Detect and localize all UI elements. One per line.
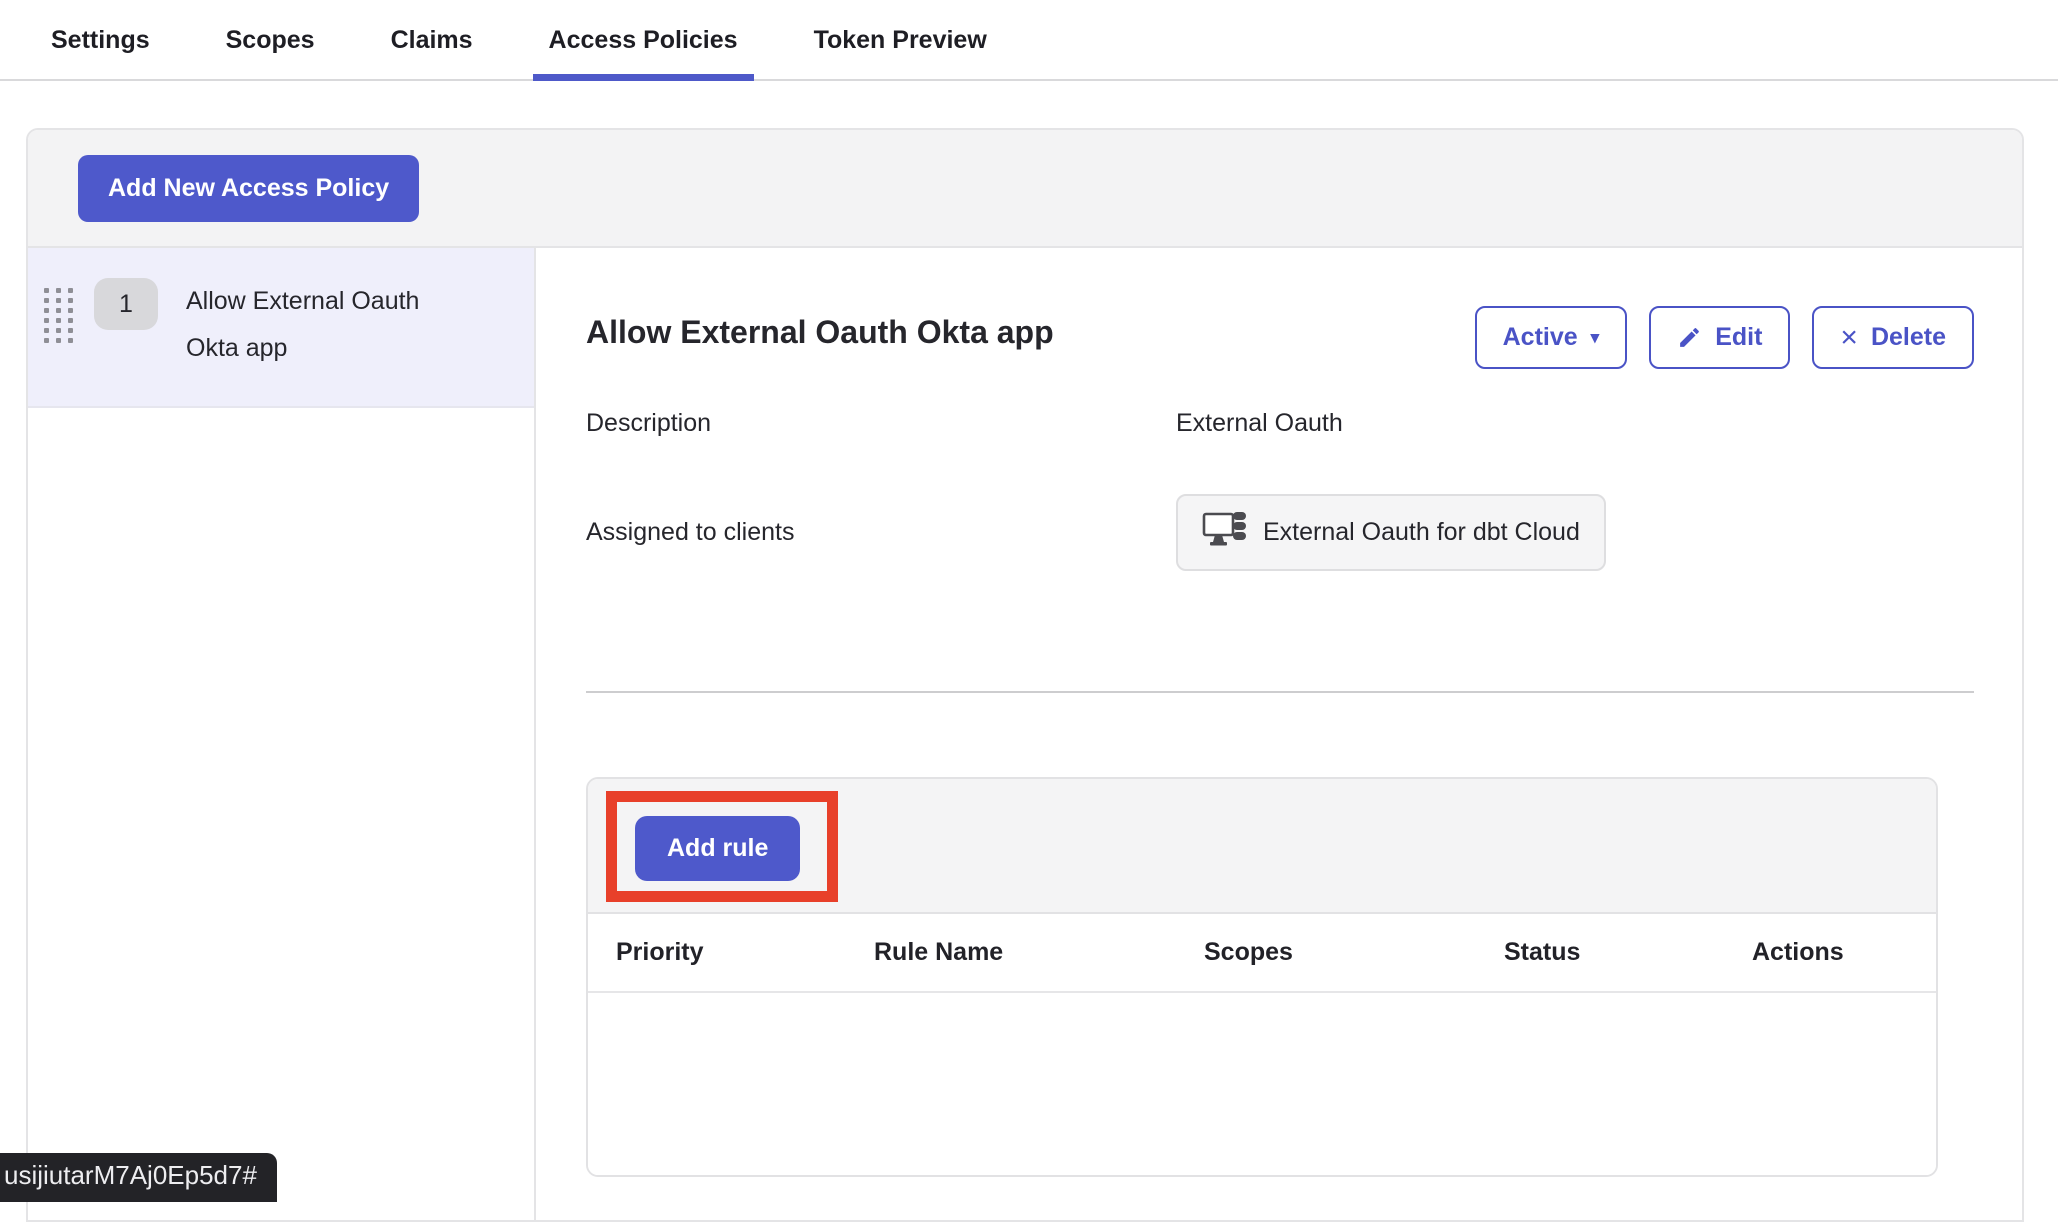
access-policies-panel: Add New Access Policy	[26, 128, 2024, 1222]
description-label: Description	[586, 409, 1176, 438]
policy-list: 1 Allow External Oauth Okta app	[28, 248, 536, 1220]
assigned-clients-label: Assigned to clients	[586, 518, 1176, 547]
edit-policy-button[interactable]: Edit	[1649, 306, 1790, 369]
tab-claims[interactable]: Claims	[375, 20, 489, 79]
active-status-label: Active	[1503, 323, 1578, 352]
description-value: External Oauth	[1176, 409, 1343, 438]
policy-list-item[interactable]: 1 Allow External Oauth Okta app	[28, 248, 534, 408]
rules-table-header: Priority Rule Name Scopes Status Actions	[588, 914, 1936, 993]
column-header-actions: Actions	[1752, 938, 1936, 967]
section-divider	[586, 691, 1974, 693]
policy-name-label: Allow External Oauth Okta app	[186, 278, 441, 372]
column-header-scopes: Scopes	[1204, 938, 1504, 967]
policy-detail-header: Allow External Oauth Okta app Active ▾ E…	[586, 306, 1974, 369]
column-header-status: Status	[1504, 938, 1752, 967]
link-preview-status-bar: usijiutarM7Aj0Ep5d7#	[0, 1153, 277, 1202]
client-chip[interactable]: External Oauth for dbt Cloud	[1176, 494, 1606, 571]
tab-token-preview[interactable]: Token Preview	[798, 20, 1003, 79]
active-status-dropdown[interactable]: Active ▾	[1475, 306, 1628, 369]
client-chip-label: External Oauth for dbt Cloud	[1263, 518, 1580, 547]
rules-card-header: Add rule	[588, 779, 1936, 914]
x-icon: ×	[1840, 327, 1858, 349]
tab-access-policies[interactable]: Access Policies	[533, 20, 754, 79]
panel-header: Add New Access Policy	[28, 130, 2022, 248]
delete-policy-button[interactable]: × Delete	[1812, 306, 1974, 369]
assigned-clients-row: Assigned to clients External Oauth for d…	[586, 494, 1974, 571]
pencil-icon	[1677, 325, 1702, 350]
add-new-access-policy-button[interactable]: Add New Access Policy	[78, 155, 419, 222]
tab-bar: Settings Scopes Claims Access Policies T…	[0, 0, 2058, 81]
policy-priority-badge: 1	[94, 278, 158, 330]
tab-settings[interactable]: Settings	[35, 20, 166, 79]
drag-handle-icon[interactable]	[44, 288, 78, 348]
red-highlight-box: Add rule	[606, 791, 838, 902]
edit-button-label: Edit	[1715, 323, 1762, 352]
add-rule-button[interactable]: Add rule	[635, 816, 800, 881]
tab-scopes[interactable]: Scopes	[210, 20, 331, 79]
delete-button-label: Delete	[1871, 323, 1946, 352]
policy-title: Allow External Oauth Okta app	[586, 306, 1054, 351]
policy-action-buttons: Active ▾ Edit × Delete	[1475, 306, 1974, 369]
column-header-priority: Priority	[616, 938, 874, 967]
panel-body: 1 Allow External Oauth Okta app Allow Ex…	[28, 248, 2022, 1220]
client-app-icon	[1202, 510, 1248, 555]
policy-detail: Allow External Oauth Okta app Active ▾ E…	[536, 248, 2022, 1220]
description-row: Description External Oauth	[586, 409, 1974, 438]
rules-card: Add rule Priority Rule Name Scopes Statu…	[586, 777, 1938, 1177]
chevron-down-icon: ▾	[1591, 329, 1600, 346]
rules-table-empty-body	[588, 993, 1936, 1175]
column-header-rule-name: Rule Name	[874, 938, 1204, 967]
